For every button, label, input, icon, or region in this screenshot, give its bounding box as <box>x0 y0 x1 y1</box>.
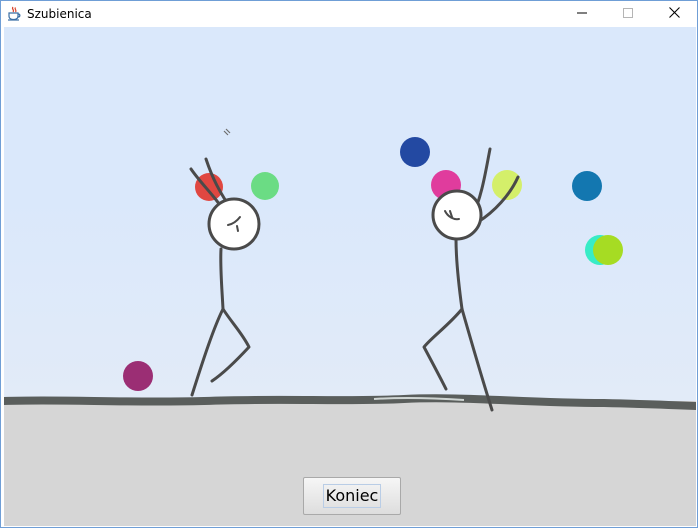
ball-blue <box>572 171 602 201</box>
minimize-button[interactable] <box>559 1 605 27</box>
right-figure-head <box>431 189 483 241</box>
ball-purple <box>123 361 153 391</box>
minimize-icon <box>577 5 587 23</box>
ball-navy <box>400 137 430 167</box>
left-figure-head <box>207 197 261 251</box>
right-figure-leg-left <box>422 307 464 391</box>
close-icon <box>668 5 680 23</box>
maximize-button[interactable] <box>605 1 651 27</box>
right-figure-body <box>454 237 464 311</box>
left-figure-body <box>219 247 225 311</box>
java-cup-icon <box>7 6 21 21</box>
app-window: Szubienica Koniec <box>0 0 698 528</box>
window-title: Szubienica <box>27 7 92 21</box>
close-button[interactable] <box>651 1 697 27</box>
title-bar[interactable]: Szubienica <box>1 1 697 27</box>
finish-button[interactable]: Koniec <box>303 477 401 515</box>
ball-green <box>251 172 279 200</box>
scribble-mark <box>223 128 231 136</box>
finish-button-label: Koniec <box>322 484 382 508</box>
scene-drawing <box>4 128 696 412</box>
ball-yellowgreen <box>593 235 623 265</box>
right-figure-leg-right <box>460 307 494 412</box>
left-figure-leg-left <box>190 307 225 397</box>
maximize-icon <box>623 5 633 23</box>
ground-line <box>4 394 696 410</box>
game-canvas[interactable]: Koniec <box>4 27 696 526</box>
